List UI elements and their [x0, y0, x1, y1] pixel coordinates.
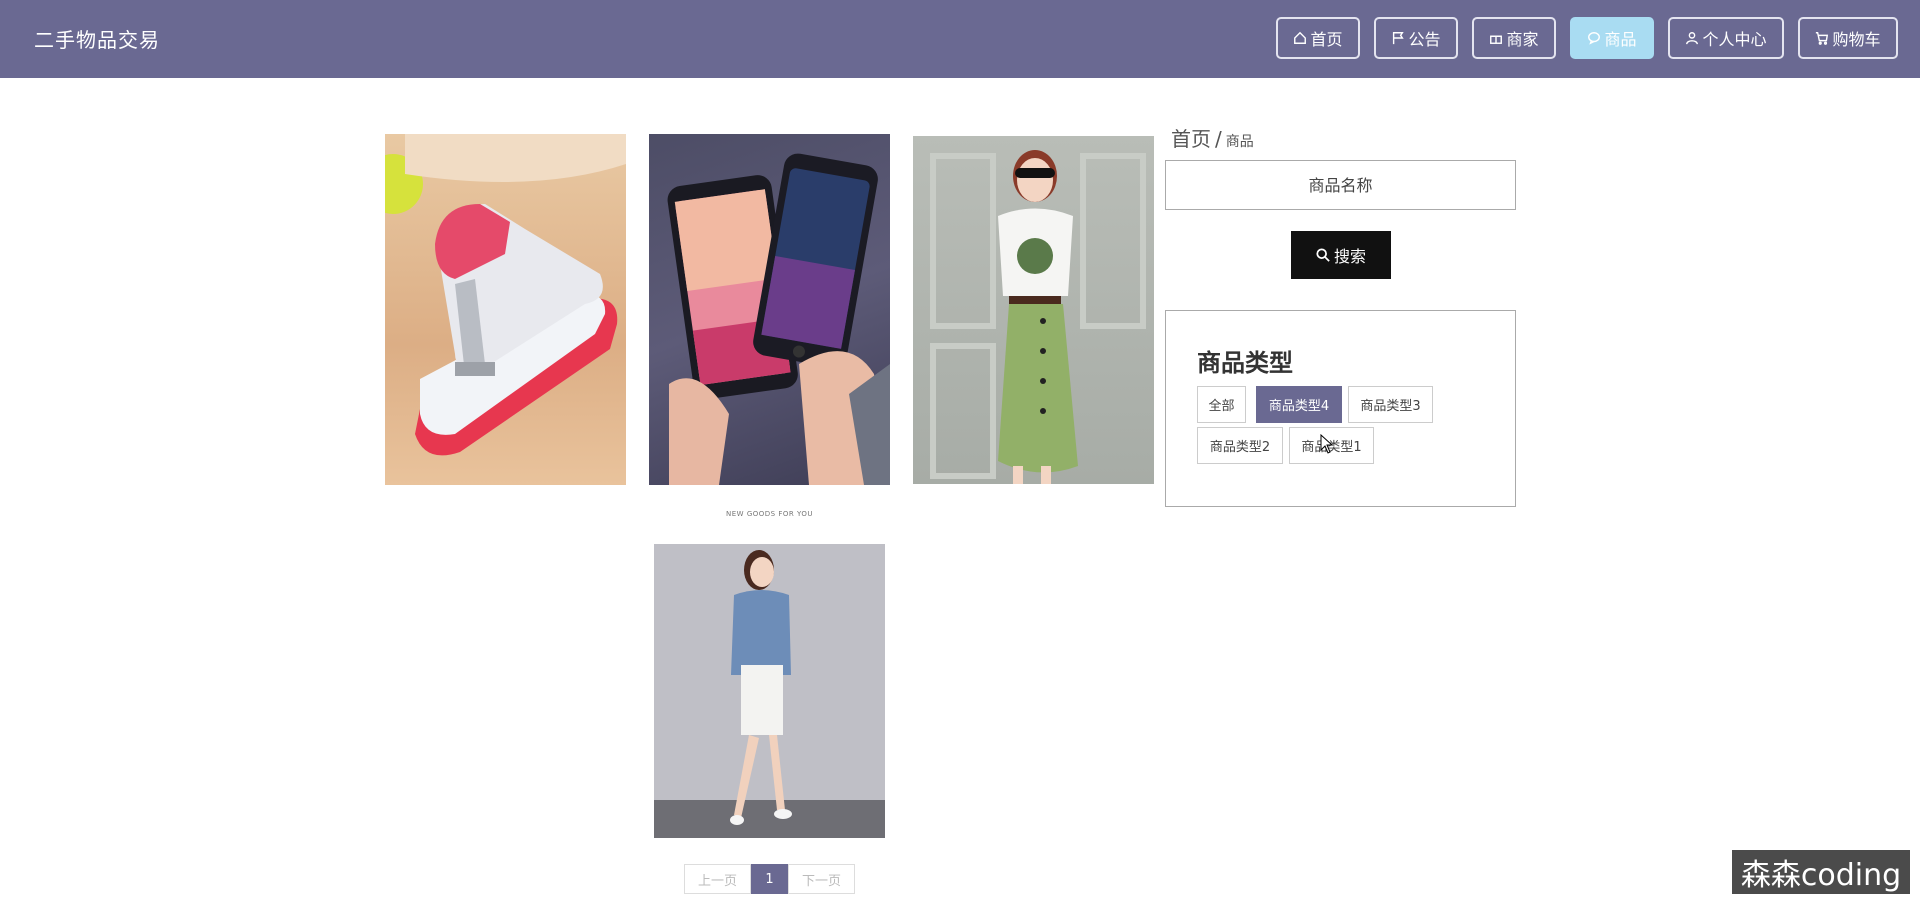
product-type-title: 商品类型	[1197, 349, 1293, 377]
gift-icon	[1490, 35, 1503, 44]
product-card-green-skirt[interactable]	[913, 136, 1154, 484]
product-card-smartphones[interactable]	[649, 134, 890, 485]
breadcrumb-home[interactable]: 首页	[1171, 127, 1211, 151]
smartphones-photo	[667, 153, 890, 485]
main-nav: 首页 公告 商家 商品 个人中心 购物车	[1276, 17, 1898, 59]
search-button[interactable]: 搜索	[1291, 231, 1391, 279]
nav-merchant-button[interactable]: 商家	[1472, 17, 1556, 59]
nav-profile-button[interactable]: 个人中心	[1668, 17, 1784, 59]
user-icon	[1686, 32, 1699, 45]
nav-goods-button[interactable]: 商品	[1570, 17, 1654, 59]
top-navbar: 二手物品交易 首页 公告 商家 商品 个人中心 购物车	[0, 0, 1920, 78]
mouse-cursor-icon	[1320, 434, 1334, 454]
woman-denim-top-photo	[654, 544, 885, 838]
pagination: 上一页 1 下一页	[684, 864, 855, 894]
site-title[interactable]: 二手物品交易	[34, 24, 160, 53]
woman-green-skirt-photo	[930, 150, 1146, 484]
watermark: 森森coding	[1732, 850, 1910, 894]
product-card-stapler[interactable]	[385, 134, 626, 485]
product-type-panel: 商品类型 全部 商品类型4 商品类型3 商品类型2 商品类型1	[1165, 310, 1516, 507]
flag-icon	[1393, 32, 1405, 45]
home-icon	[1294, 31, 1307, 44]
nav-home-button[interactable]: 首页	[1276, 17, 1360, 59]
breadcrumb: 首页 / 商品	[1171, 123, 1254, 152]
nav-cart-button[interactable]: 购物车	[1798, 17, 1898, 59]
breadcrumb-separator: /	[1215, 127, 1222, 151]
page-1-button[interactable]: 1	[751, 864, 788, 894]
product-name-search-input[interactable]	[1165, 160, 1516, 210]
search-icon	[1316, 248, 1330, 262]
nav-notice-button[interactable]: 公告	[1374, 17, 1458, 59]
new-goods-caption: NEW GOODS FOR YOU	[726, 510, 813, 518]
type-tag-4[interactable]: 商品类型4	[1256, 386, 1342, 423]
next-page-button[interactable]: 下一页	[788, 864, 855, 894]
stapler-photo	[385, 134, 626, 456]
cart-icon	[1816, 32, 1829, 45]
type-tag-all[interactable]: 全部	[1197, 386, 1246, 423]
product-card-denim-top[interactable]: NEW GOODS FOR YOU	[649, 500, 890, 838]
breadcrumb-current: 商品	[1225, 134, 1254, 150]
chat-icon	[1588, 32, 1601, 45]
prev-page-button[interactable]: 上一页	[684, 864, 751, 894]
type-tag-2[interactable]: 商品类型2	[1197, 427, 1283, 464]
type-tag-3[interactable]: 商品类型3	[1348, 386, 1433, 423]
